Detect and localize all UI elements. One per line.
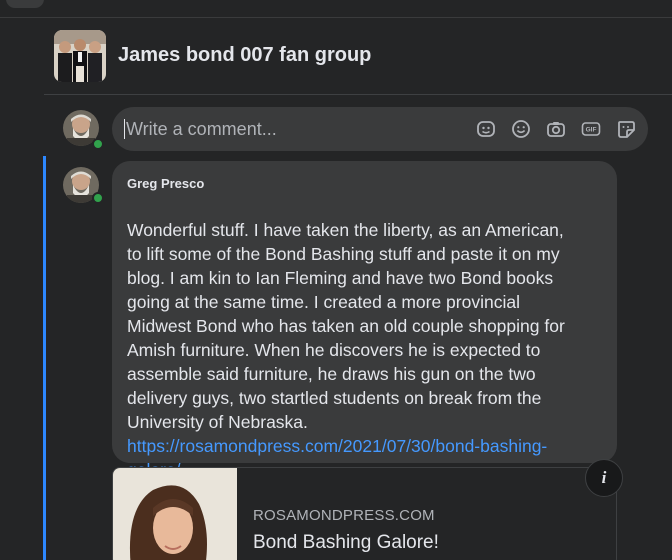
group-title[interactable]: James bond 007 fan group [118,44,371,67]
emoji-icon[interactable] [511,119,531,139]
comment-input[interactable]: Write a comment... [124,119,426,140]
comment-section: Write a comment... GIF Greg Presco Wonde… [0,94,672,560]
group-cover-photo [54,30,106,82]
online-status-dot [92,192,104,204]
link-preview-domain: ROSAMONDPRESS.COM [253,507,435,524]
comment-author[interactable]: Greg Presco [127,176,204,191]
avatar-sticker-icon[interactable] [476,119,496,139]
top-bar [0,0,672,18]
sticker-icon[interactable] [616,119,636,139]
info-icon: i [601,468,607,487]
link-preview-image [113,468,237,560]
comment-bubble: Greg Presco Wonderful stuff. I have take… [112,161,617,480]
comment-body: Wonderful stuff. I have taken the libert… [127,194,607,506]
divider [44,94,672,95]
group-header: James bond 007 fan group [0,18,672,94]
link-preview-title[interactable]: Bond Bashing Galore! [253,532,439,554]
link-preview-card[interactable]: ROSAMONDPRESS.COM Bond Bashing Galore! [112,467,617,560]
top-bar-button[interactable] [6,0,44,8]
thread-indicator [43,156,46,560]
gif-icon[interactable]: GIF [581,119,601,139]
comment-composer[interactable]: Write a comment... GIF [112,107,648,151]
comment-text: Wonderful stuff. I have taken the libert… [127,220,565,432]
group-avatar[interactable] [54,30,106,82]
camera-icon[interactable] [546,119,566,139]
info-button[interactable]: i [585,459,623,497]
svg-text:GIF: GIF [586,127,597,134]
online-status-dot [92,138,104,150]
